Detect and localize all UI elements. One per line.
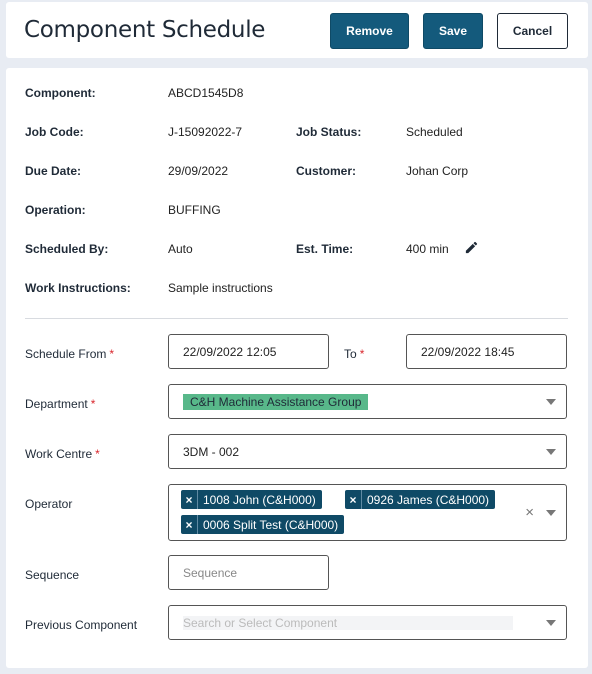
operator-chip: × 0926 James (C&H000)	[345, 490, 496, 509]
schedule-from-input[interactable]: 22/09/2022 12:05	[168, 334, 329, 369]
customer-value: Johan Corp	[406, 164, 469, 178]
department-label: Department *	[25, 397, 96, 411]
customer-label: Customer:	[296, 164, 357, 178]
required-mark: *	[90, 397, 96, 411]
cancel-button[interactable]: Cancel	[497, 13, 568, 49]
work-instructions-label: Work Instructions:	[25, 281, 131, 295]
schedule-from-label: Schedule From *	[25, 347, 115, 361]
due-date-value: 29/09/2022	[168, 164, 229, 178]
required-mark: *	[95, 447, 100, 461]
to-label: To *	[344, 347, 365, 361]
job-status-value: Scheduled	[406, 125, 463, 139]
pencil-icon[interactable]	[464, 240, 479, 255]
close-icon[interactable]: ×	[525, 504, 534, 521]
operator-chip: × 1008 John (C&H000)	[181, 490, 322, 509]
job-status-label: Job Status:	[296, 125, 362, 139]
chevron-down-icon[interactable]	[546, 448, 556, 455]
scheduled-by-label: Scheduled By:	[25, 242, 109, 256]
work-centre-value: 3DM - 002	[183, 444, 240, 459]
operator-label: Operator	[25, 497, 73, 511]
department-value: C&H Machine Assistance Group	[183, 393, 369, 410]
work-instructions-value: Sample instructions	[168, 281, 273, 295]
component-label: Component:	[25, 86, 96, 100]
chevron-down-icon[interactable]	[546, 398, 556, 405]
work-centre-label: Work Centre *	[25, 447, 100, 461]
chevron-down-icon[interactable]	[546, 619, 556, 626]
required-mark: *	[109, 347, 115, 361]
schedule-to-input[interactable]: 22/09/2022 18:45	[406, 334, 567, 369]
operator-chip: × 0006 Split Test (C&H000)	[181, 515, 345, 534]
remove-button[interactable]: Remove	[330, 13, 409, 49]
job-code-value: J-15092022-7	[168, 125, 243, 139]
est-time-value: 400 min	[406, 242, 449, 256]
close-icon[interactable]: ×	[345, 490, 362, 509]
due-date-label: Due Date:	[25, 164, 82, 178]
sequence-label: Sequence	[25, 568, 80, 582]
operator-multiselect[interactable]: × 1008 John (C&H000) × 0926 James (C&H00…	[168, 484, 567, 541]
sequence-placeholder: Sequence	[183, 565, 238, 580]
operation-label: Operation:	[25, 203, 86, 217]
chevron-down-icon[interactable]	[546, 509, 556, 516]
work-centre-select[interactable]: 3DM - 002	[168, 434, 567, 469]
close-icon[interactable]: ×	[181, 490, 198, 509]
previous-component-select[interactable]: Search or Select Component	[168, 605, 567, 640]
schedule-form-card: Component: ABCD1545D8 Job Code: J-150920…	[6, 68, 588, 668]
operation-value: BUFFING	[168, 203, 221, 217]
page-header: Component Schedule Remove Save Cancel	[6, 2, 588, 58]
component-value: ABCD1545D8	[168, 86, 244, 100]
previous-component-placeholder: Search or Select Component	[183, 615, 513, 630]
required-mark: *	[359, 347, 365, 361]
est-time-label: Est. Time:	[296, 242, 354, 256]
previous-component-label: Previous Component	[25, 618, 138, 632]
sequence-input[interactable]: Sequence	[168, 555, 329, 590]
department-select[interactable]: C&H Machine Assistance Group	[168, 384, 567, 419]
close-icon[interactable]: ×	[181, 515, 198, 534]
divider	[25, 318, 568, 319]
save-button[interactable]: Save	[423, 13, 483, 49]
page-title: Component Schedule	[24, 17, 266, 43]
scheduled-by-value: Auto	[168, 242, 193, 256]
job-code-label: Job Code:	[25, 125, 84, 139]
